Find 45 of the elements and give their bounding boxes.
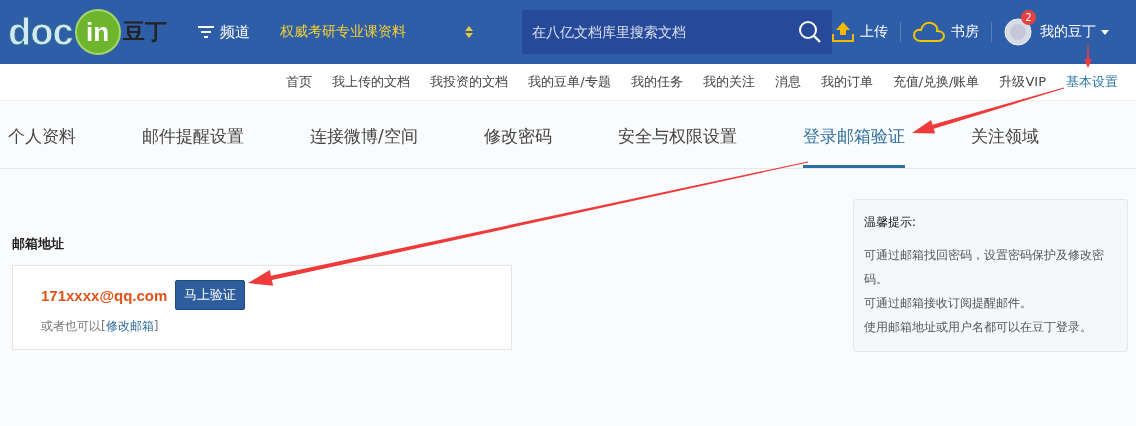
section-heading: 邮箱地址 bbox=[12, 235, 65, 253]
user-menu[interactable]: 我的豆丁 bbox=[1040, 23, 1109, 41]
search-field[interactable]: 在八亿文档库里搜索文档 bbox=[522, 10, 832, 54]
upload-icon bbox=[832, 21, 854, 43]
nav-link[interactable]: 基本设置 bbox=[1066, 73, 1118, 91]
settings-tab[interactable]: 安全与权限设置 bbox=[617, 101, 737, 168]
cloud-icon bbox=[913, 21, 945, 43]
settings-tab[interactable]: 修改密码 bbox=[483, 101, 552, 168]
tip-text: 可通过邮箱接收订阅提醒邮件。 bbox=[864, 295, 1033, 312]
upload-button[interactable]: 上传 bbox=[832, 21, 888, 43]
settings-tab[interactable]: 邮件提醒设置 bbox=[142, 101, 244, 168]
nav-link[interactable]: 我的任务 bbox=[630, 73, 683, 91]
settings-tab[interactable]: 登录邮箱验证 bbox=[802, 101, 905, 168]
nav-link[interactable]: 我的关注 bbox=[702, 73, 755, 91]
notification-badge: 2 bbox=[1021, 10, 1036, 25]
tip-title: 温馨提示: bbox=[864, 214, 918, 231]
filter-icon bbox=[198, 25, 214, 39]
promo-link[interactable]: 权威考研专业课资料 bbox=[280, 23, 464, 41]
caret-icon bbox=[1101, 29, 1109, 35]
nav-link[interactable]: 首页 bbox=[286, 73, 313, 91]
annotation-arrow bbox=[1084, 44, 1092, 68]
tip-text: 使用邮箱地址或用户名都可以在豆丁登录。 bbox=[864, 319, 1093, 336]
nav-link[interactable]: 我的豆单/专题 bbox=[528, 73, 611, 91]
tip-text: 可通过邮箱找回密码，设置密码保护及修改密码。 bbox=[864, 247, 1105, 288]
logo[interactable]: doc in 豆丁 bbox=[8, 9, 180, 55]
verify-button[interactable]: 马上验证 bbox=[175, 280, 246, 310]
nav-link[interactable]: 我上传的文档 bbox=[332, 73, 411, 91]
logo-text: 豆丁 bbox=[122, 17, 167, 46]
email-address: 171xxxx@qq.com bbox=[41, 286, 168, 304]
search-icon[interactable] bbox=[798, 20, 822, 44]
settings-tab[interactable]: 个人资料 bbox=[8, 101, 76, 168]
change-email-link[interactable]: 修改邮箱 bbox=[105, 319, 154, 333]
nav-link[interactable]: 我的订单 bbox=[820, 73, 873, 91]
bookshelf-button[interactable]: 书房 bbox=[913, 21, 979, 43]
nav-link[interactable]: 充值/兑换/账单 bbox=[892, 73, 980, 91]
logo-badge: in bbox=[74, 9, 121, 55]
change-email-text: 或者也可以[修改邮箱] bbox=[41, 318, 160, 335]
nav-link[interactable]: 消息 bbox=[774, 73, 801, 91]
sort-icon[interactable] bbox=[464, 25, 474, 39]
logo-text: doc bbox=[8, 10, 73, 54]
settings-tab[interactable]: 连接微博/空间 bbox=[310, 101, 418, 168]
settings-tab[interactable]: 关注领域 bbox=[970, 101, 1039, 168]
nav-link[interactable]: 我投资的文档 bbox=[430, 73, 509, 91]
channel-menu[interactable]: 频道 bbox=[198, 22, 250, 42]
nav-link[interactable]: 升级VIP bbox=[999, 73, 1046, 91]
